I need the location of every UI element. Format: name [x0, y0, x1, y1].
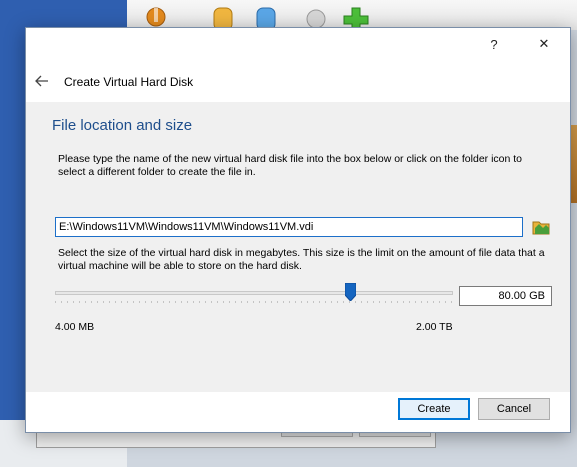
slider-track — [55, 291, 453, 295]
folder-browse-icon — [532, 221, 550, 235]
help-button[interactable]: ? — [472, 30, 516, 58]
dialog-footer: Create Cancel — [26, 392, 570, 434]
file-path-input[interactable] — [55, 217, 523, 237]
size-slider[interactable] — [55, 282, 453, 305]
slider-thumb[interactable] — [344, 282, 357, 302]
back-button[interactable] — [32, 71, 52, 91]
wizard-title: Create Virtual Hard Disk — [64, 75, 194, 89]
close-icon: ✕ — [538, 36, 550, 51]
size-description: Select the size of the virtual hard disk… — [58, 247, 545, 272]
cancel-button[interactable]: Cancel — [478, 398, 550, 420]
wizard-page: File location and size Please type the n… — [26, 102, 570, 392]
close-button[interactable]: ✕ — [522, 30, 566, 58]
location-description: Please type the name of the new virtual … — [58, 153, 523, 178]
back-arrow-icon — [35, 75, 48, 87]
title-bar: ? ✕ — [26, 28, 570, 60]
create-button[interactable]: Create — [398, 398, 470, 420]
page-title: File location and size — [52, 117, 193, 134]
slider-min-label: 4.00 MB — [55, 321, 95, 333]
size-input[interactable] — [459, 286, 552, 306]
create-virtual-hard-disk-dialog: ? ✕ Create Virtual Hard Disk File locati… — [25, 27, 571, 433]
slider-ticks — [55, 301, 453, 303]
folder-browse-button[interactable] — [531, 217, 551, 237]
background-toolbar — [127, 0, 577, 31]
slider-max-label: 2.00 TB — [416, 321, 453, 333]
help-icon: ? — [490, 36, 498, 52]
